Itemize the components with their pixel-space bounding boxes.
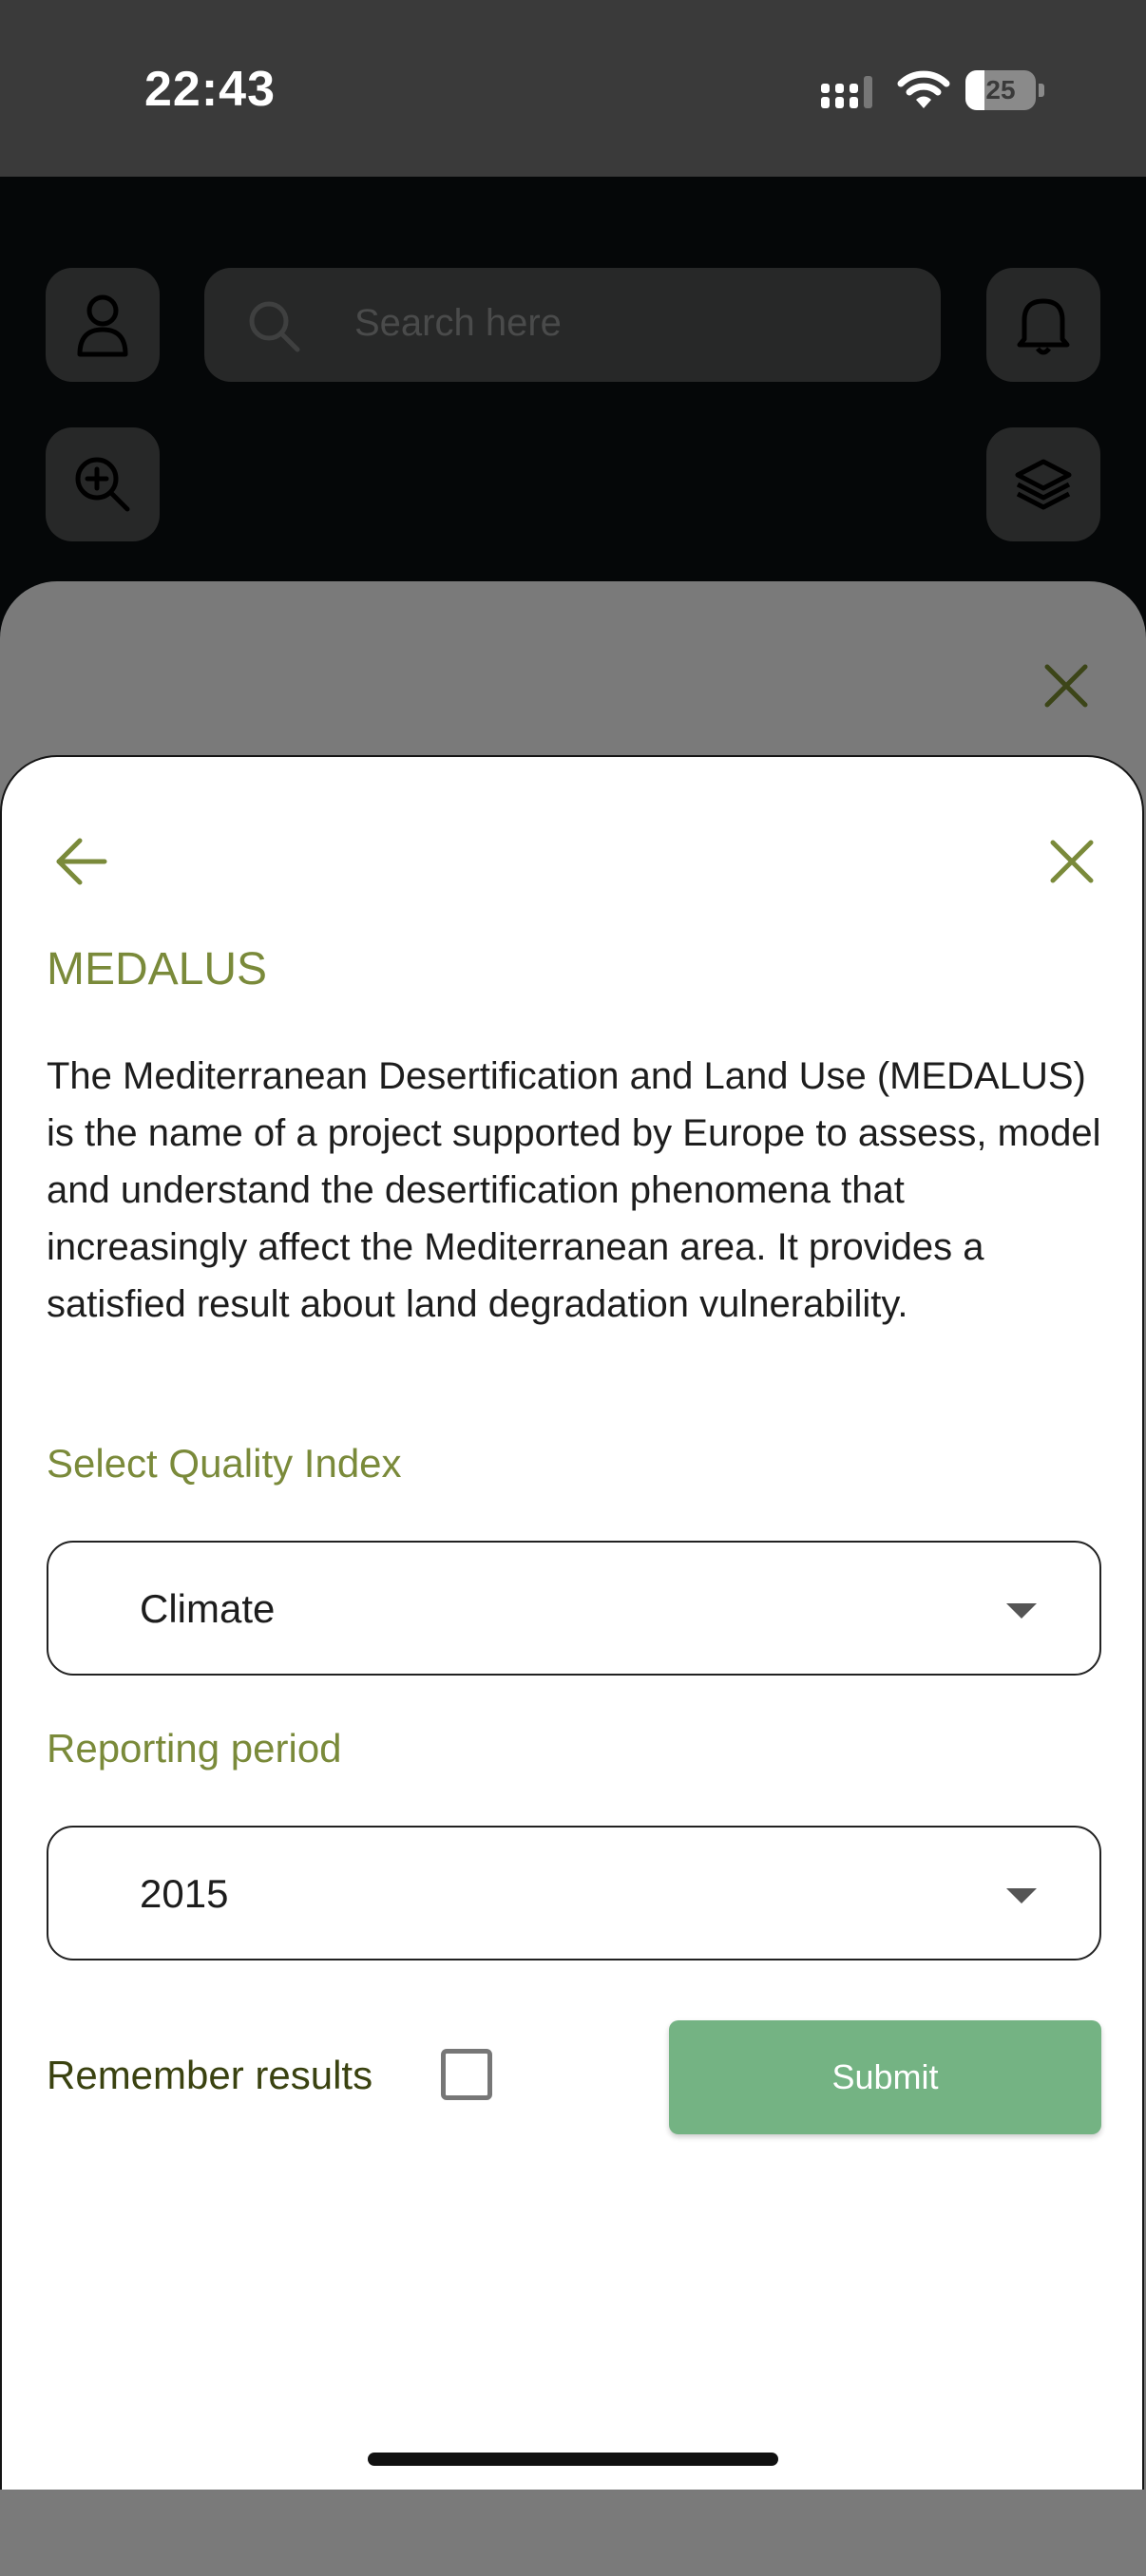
zoom-in-icon bbox=[75, 457, 130, 512]
notifications-button[interactable] bbox=[986, 268, 1100, 382]
panel-title: MEDALUS bbox=[47, 944, 268, 994]
chevron-down-icon bbox=[1006, 1888, 1037, 1904]
reporting-period-select[interactable]: 2015 bbox=[47, 1826, 1101, 1960]
remember-results-checkbox[interactable] bbox=[441, 2049, 492, 2100]
layers-button[interactable] bbox=[986, 427, 1100, 541]
arrow-left-icon[interactable] bbox=[51, 831, 112, 892]
wifi-icon bbox=[897, 70, 950, 108]
layers-icon bbox=[1015, 459, 1072, 510]
close-icon[interactable] bbox=[1040, 659, 1093, 712]
search-input[interactable]: Search here bbox=[354, 302, 562, 345]
home-indicator[interactable] bbox=[368, 2453, 778, 2466]
battery-level: 25 bbox=[985, 75, 1016, 104]
panel-description: The Mediterranean Desertification and La… bbox=[47, 1055, 1101, 1325]
reporting-period-label: Reporting period bbox=[47, 1726, 342, 1771]
reporting-period-value: 2015 bbox=[140, 1871, 229, 1916]
zoom-button[interactable] bbox=[46, 427, 160, 541]
quality-index-select[interactable]: Climate bbox=[47, 1541, 1101, 1676]
bell-icon bbox=[1017, 298, 1070, 355]
status-time: 22:43 bbox=[144, 62, 276, 117]
status-bar: 22:43 25 bbox=[0, 0, 1146, 177]
chevron-down-icon bbox=[1006, 1603, 1037, 1619]
profile-button[interactable] bbox=[46, 268, 160, 382]
quality-index-value: Climate bbox=[140, 1586, 276, 1631]
battery-icon: 25 bbox=[965, 70, 1045, 110]
submit-button[interactable]: Submit bbox=[669, 2020, 1101, 2134]
search-bar[interactable]: Search here bbox=[204, 268, 941, 382]
remember-results-label: Remember results bbox=[47, 2053, 373, 2097]
cellular-signal-icon bbox=[821, 76, 872, 108]
search-icon bbox=[249, 301, 300, 352]
quality-index-label: Select Quality Index bbox=[47, 1441, 402, 1486]
close-icon[interactable] bbox=[1041, 831, 1102, 892]
person-icon bbox=[77, 294, 128, 357]
medalus-sheet: MEDALUS The Mediterranean Desertificatio… bbox=[0, 755, 1144, 2490]
